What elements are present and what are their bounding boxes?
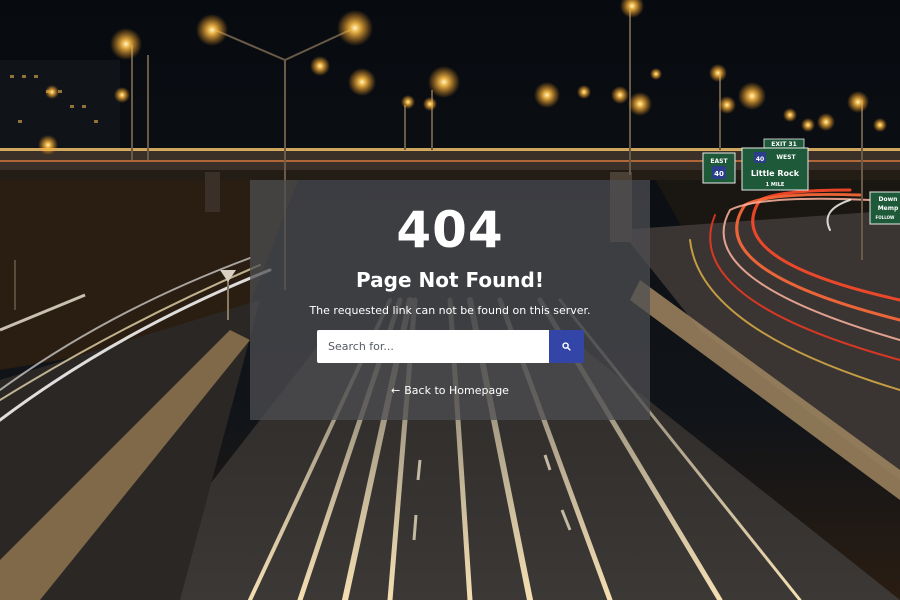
sign-west-city: Little Rock: [751, 169, 800, 178]
error-message: The requested link can not be found on t…: [309, 304, 591, 317]
search-input[interactable]: [317, 330, 549, 363]
error-card: 404 Page Not Found! The requested link c…: [250, 180, 650, 420]
sign-west-number: 40: [756, 156, 764, 163]
sign-west-distance: 1 MILE: [766, 182, 785, 188]
sign-east-number: 40: [714, 170, 724, 178]
sign-right-line2: Memp: [878, 205, 899, 212]
sign-right-line1: Down: [879, 196, 898, 203]
search-icon: [562, 342, 571, 351]
sign-right-line3: FOLLOW: [876, 215, 895, 220]
search-button[interactable]: [549, 330, 584, 363]
search-form: [317, 330, 584, 363]
back-link-label: Back to Homepage: [404, 384, 509, 397]
sign-exit: EXIT 31: [771, 141, 797, 148]
sign-west-route: WEST: [776, 154, 796, 161]
arrow-left-icon: ←: [391, 384, 401, 397]
back-to-homepage-link[interactable]: ← Back to Homepage: [250, 384, 650, 397]
error-code: 404: [396, 201, 504, 259]
sign-east-route: EAST: [710, 158, 728, 165]
page-title: Page Not Found!: [356, 268, 544, 292]
